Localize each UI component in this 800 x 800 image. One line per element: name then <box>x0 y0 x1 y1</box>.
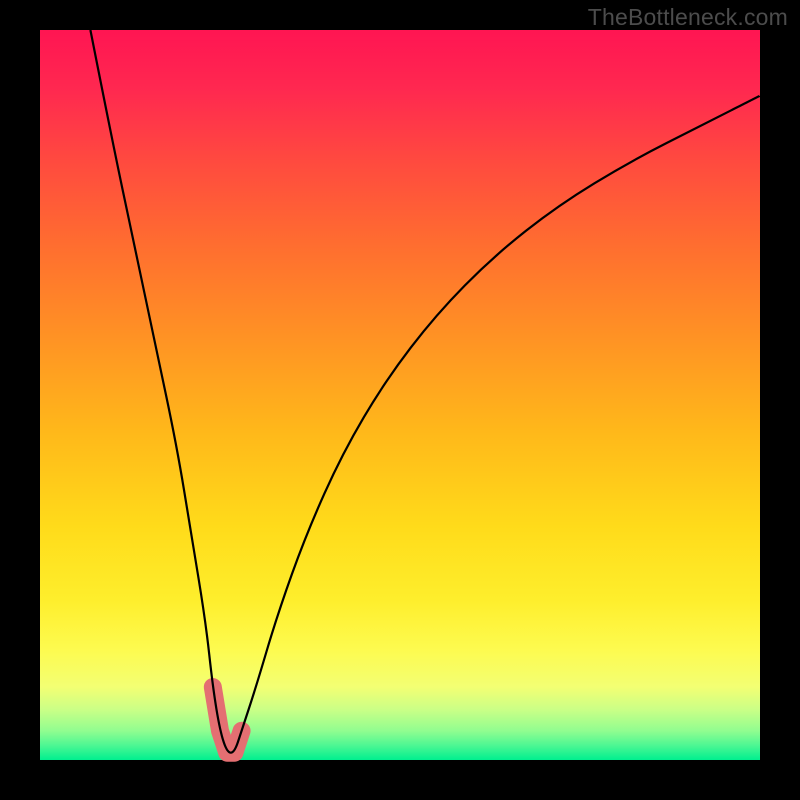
watermark-text: TheBottleneck.com <box>588 4 788 31</box>
bottleneck-curve <box>90 30 760 753</box>
curve-layer <box>40 30 760 760</box>
chart-frame: TheBottleneck.com <box>0 0 800 800</box>
